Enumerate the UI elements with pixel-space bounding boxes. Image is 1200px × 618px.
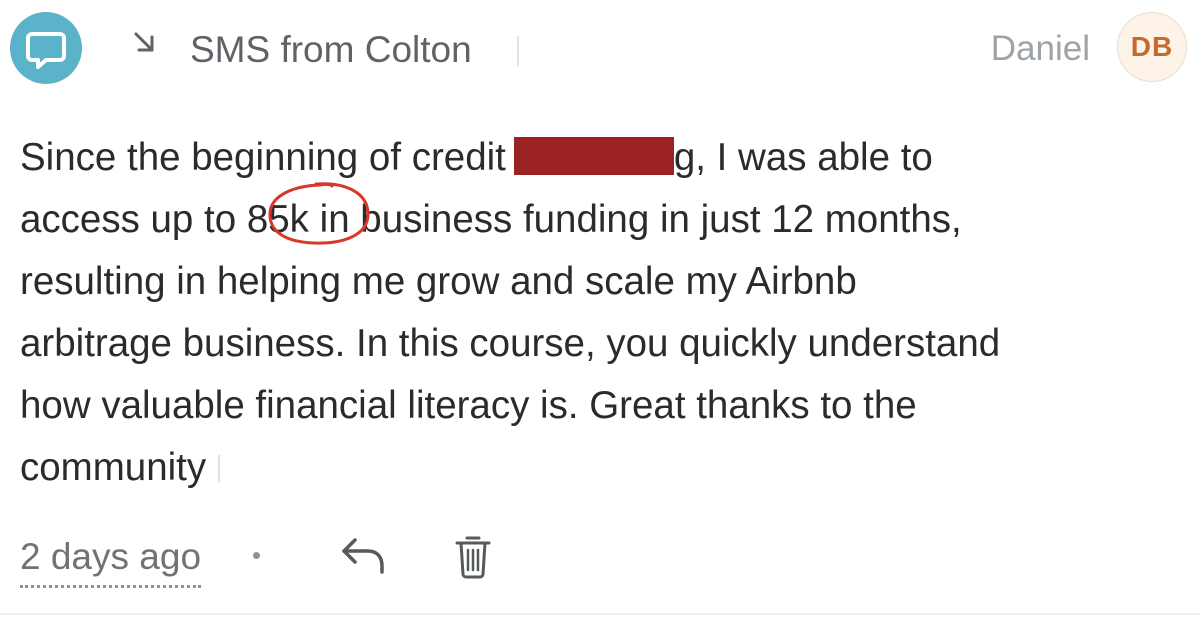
- reply-icon[interactable]: [338, 534, 388, 578]
- message-text: g, I was able to: [673, 136, 933, 179]
- author-name[interactable]: Daniel: [991, 27, 1090, 71]
- message-text: access up to: [20, 198, 247, 241]
- highlight-circle-annotation: [268, 182, 370, 245]
- message-text: in business funding in just 12 months,: [308, 198, 962, 241]
- arrow-down-right-icon: [134, 32, 154, 52]
- redaction-bar: [513, 137, 674, 175]
- trash-icon[interactable]: [452, 532, 494, 580]
- message-text: community: [20, 446, 207, 489]
- message-line: arbitrage business. In this course, you …: [20, 322, 1001, 365]
- message-line: community: [20, 437, 1180, 499]
- timestamp-link[interactable]: 2 days ago: [20, 535, 202, 588]
- message-line: Since the beginning of credit g, I was ab…: [20, 127, 1180, 189]
- message-title: SMS from Colton: [190, 29, 472, 70]
- separator-dot: [253, 552, 260, 559]
- text-caret: [218, 455, 221, 483]
- message-line: how valuable financial literacy is. Grea…: [20, 384, 917, 427]
- message-body: Since the beginning of credit g, I was ab…: [20, 127, 1180, 499]
- chat-bubble-icon[interactable]: [10, 12, 82, 84]
- message-text: Since the beginning of credit: [20, 136, 506, 179]
- divider: [0, 613, 1200, 615]
- avatar[interactable]: DB: [1117, 12, 1187, 82]
- message-line: access up to 85k in business funding in …: [20, 189, 1180, 251]
- message-card: SMS from Colton Daniel DB Since the begi…: [0, 0, 1200, 618]
- text-caret: [517, 36, 519, 66]
- message-line: resulting in helping me grow and scale m…: [20, 260, 857, 303]
